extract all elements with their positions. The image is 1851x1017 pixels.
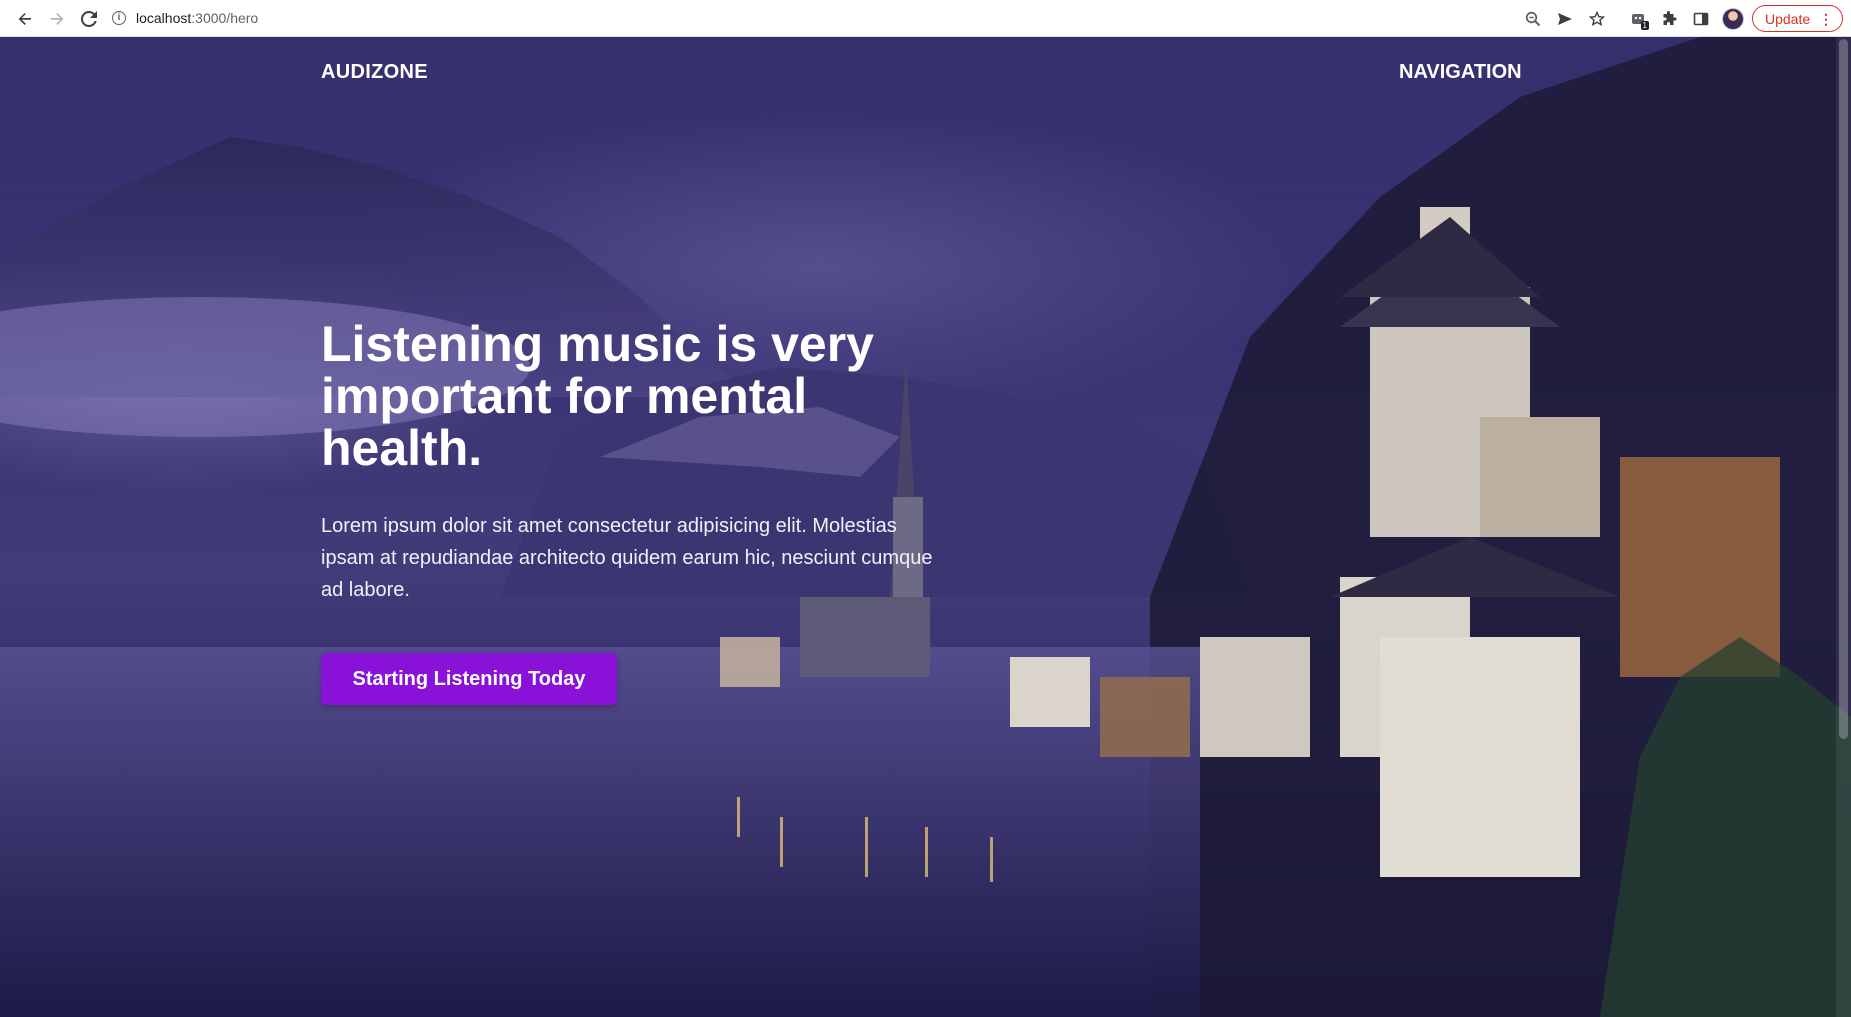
navigation-link[interactable]: NAVIGATION xyxy=(1399,61,1522,84)
back-icon[interactable] xyxy=(12,6,38,32)
more-menu-icon[interactable]: ⋮ xyxy=(1819,11,1833,28)
side-panel-icon[interactable] xyxy=(1688,6,1714,32)
hero-description: Lorem ipsum dolor sit amet consectetur a… xyxy=(321,515,933,601)
update-button[interactable]: Update ⋮ xyxy=(1752,5,1843,32)
url-host: localhost xyxy=(136,10,192,26)
reload-icon[interactable] xyxy=(76,6,102,32)
url-path: :3000/hero xyxy=(191,10,259,26)
profile-avatar[interactable] xyxy=(1722,8,1744,30)
brand-logo-text[interactable]: AUDIZONE xyxy=(321,61,428,84)
scrollbar-thumb[interactable] xyxy=(1839,39,1848,739)
forward-icon[interactable] xyxy=(44,6,70,32)
address-bar[interactable]: i localhost:3000/hero xyxy=(112,5,1452,31)
zoom-icon[interactable] xyxy=(1520,6,1546,32)
update-button-label: Update xyxy=(1765,10,1811,27)
page-viewport: AUDIZONE NAVIGATION Listening music is v… xyxy=(0,37,1851,1017)
site-info-icon[interactable]: i xyxy=(112,11,126,25)
browser-toolbar: i localhost:3000/hero 1 Update ⋮ xyxy=(0,0,1851,37)
start-listening-button[interactable]: Starting Listening Today xyxy=(321,653,617,705)
site-header: AUDIZONE NAVIGATION xyxy=(321,61,1522,91)
send-icon[interactable] xyxy=(1552,6,1578,32)
extension-icon[interactable]: 1 xyxy=(1625,6,1651,32)
scrollbar[interactable] xyxy=(1836,37,1851,1017)
puzzle-icon[interactable] xyxy=(1656,6,1682,32)
bookmark-star-icon[interactable] xyxy=(1584,6,1610,32)
hero-content: Listening music is very important for me… xyxy=(321,318,941,606)
hero-title: Listening music is very important for me… xyxy=(321,316,874,476)
extension-badge: 1 xyxy=(1640,21,1649,30)
